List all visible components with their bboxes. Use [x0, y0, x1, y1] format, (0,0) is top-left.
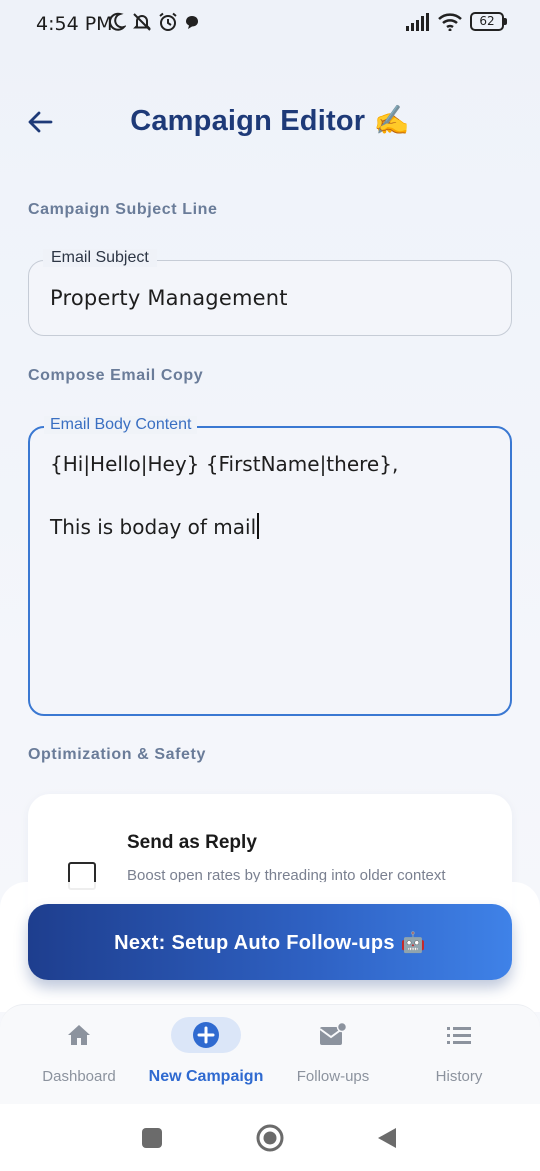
alarm-icon	[159, 12, 177, 31]
email-subject-value: Property Management	[50, 286, 288, 310]
bell-muted-icon	[133, 13, 151, 31]
status-bar: 4:54 PM 62	[0, 0, 540, 48]
moon-icon	[109, 12, 126, 31]
chat-bubble-icon	[186, 16, 198, 29]
email-body-line: This is boday of mail	[50, 513, 260, 539]
nav-item-new-campaign[interactable]: New Campaign	[141, 1005, 271, 1105]
wifi-icon	[438, 12, 462, 31]
bottom-navigation: Dashboard New Campaign Follow-ups Histor…	[0, 1004, 540, 1104]
nav-label-history: History	[435, 1068, 483, 1085]
optimization-section-label: Optimization & Safety	[28, 746, 206, 763]
nav-label-dashboard: Dashboard	[42, 1068, 116, 1085]
subject-section-label: Campaign Subject Line	[28, 201, 218, 218]
nav-item-history[interactable]: History	[394, 1005, 524, 1105]
signal-icon	[406, 12, 429, 31]
next-setup-followups-button[interactable]: Next: Setup Auto Follow-ups 🤖	[28, 904, 512, 980]
email-body-label: Email Body Content	[44, 416, 198, 434]
status-time: 4:54 PM	[36, 13, 113, 35]
nav-item-follow-ups[interactable]: Follow-ups	[268, 1005, 398, 1105]
list-icon	[447, 1027, 471, 1044]
add-circle-icon	[193, 1022, 219, 1048]
send-as-reply-title: Send as Reply	[127, 832, 257, 853]
mail-notification-icon	[319, 1022, 348, 1045]
home-button[interactable]	[256, 1124, 284, 1152]
nav-label-new-campaign: New Campaign	[148, 1068, 264, 1085]
body-section-label: Compose Email Copy	[28, 367, 204, 384]
email-body-line: {Hi|Hello|Hey} {FirstName|there},	[50, 452, 399, 476]
page-title: Campaign Editor ✍️	[130, 105, 410, 137]
home-icon	[68, 1025, 90, 1045]
email-body-field[interactable]: Email Body Content {Hi|Hello|Hey} {First…	[28, 416, 512, 716]
system-navigation-bar	[0, 1104, 540, 1171]
text-caret	[257, 513, 260, 539]
email-subject-field[interactable]: Email Subject Property Management	[28, 249, 512, 336]
back-button[interactable]	[377, 1127, 397, 1149]
recents-button[interactable]	[142, 1128, 162, 1148]
battery-icon: 62	[470, 12, 507, 31]
nav-label-follow-ups: Follow-ups	[296, 1068, 370, 1085]
email-subject-label: Email Subject	[43, 249, 157, 267]
nav-item-dashboard[interactable]: Dashboard	[14, 1005, 144, 1105]
